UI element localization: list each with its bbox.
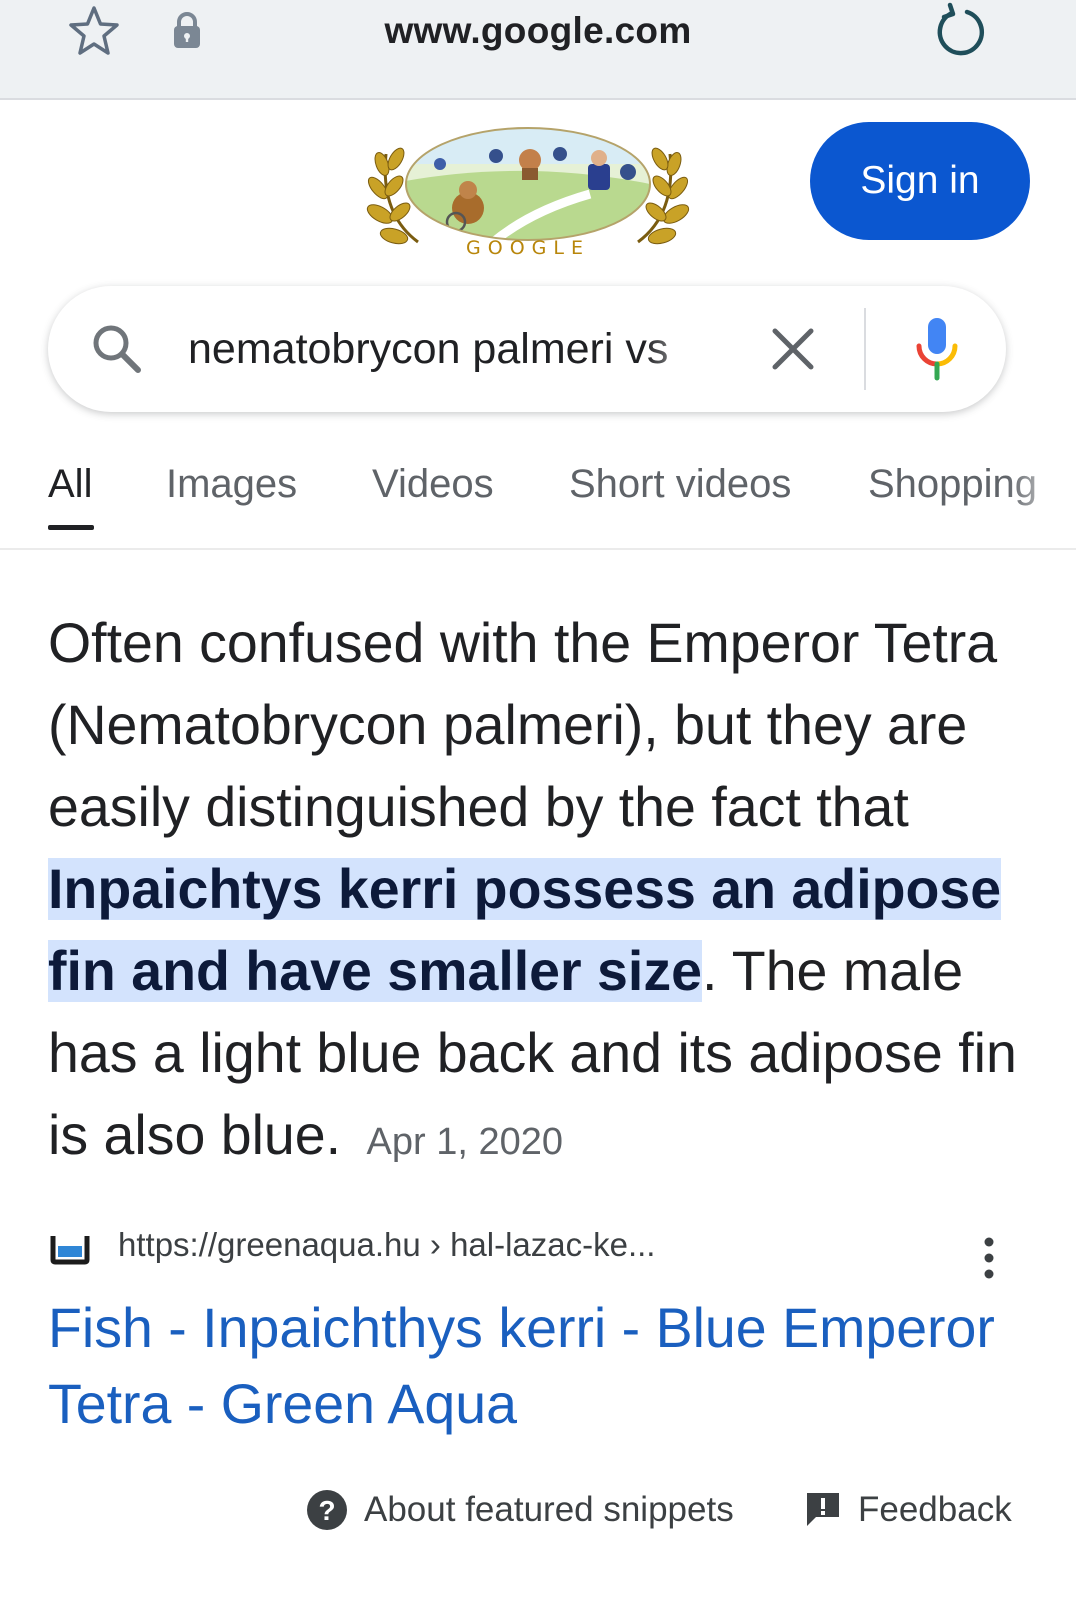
search-input[interactable] xyxy=(188,324,718,374)
about-snippets-label: About featured snippets xyxy=(364,1490,734,1529)
help-circle-icon: ? xyxy=(307,1490,347,1530)
search-tabs: All Images Videos Short videos Shopping xyxy=(0,440,1076,550)
feedback-label: Feedback xyxy=(858,1490,1012,1529)
tab-images[interactable]: Images xyxy=(166,462,297,507)
about-featured-snippets[interactable]: ? About featured snippets xyxy=(306,1486,734,1534)
voice-search-mic-icon[interactable] xyxy=(914,316,960,382)
url-address[interactable]: www.google.com xyxy=(0,10,1076,52)
search-box[interactable] xyxy=(48,286,1006,412)
site-favicon-icon[interactable] xyxy=(50,1233,90,1265)
source-url[interactable]: https://greenaqua.hu › hal-lazac-ke... xyxy=(118,1226,655,1264)
search-divider xyxy=(864,308,866,390)
tab-all[interactable]: All xyxy=(48,462,92,507)
tab-videos[interactable]: Videos xyxy=(372,462,494,507)
sign-in-button[interactable]: Sign in xyxy=(810,122,1030,240)
feedback-icon xyxy=(807,1493,839,1526)
reload-icon[interactable] xyxy=(930,2,992,64)
result-title-link[interactable]: Fish - Inpaichthys kerri - Blue Emperor … xyxy=(48,1290,1008,1442)
tab-short-videos[interactable]: Short videos xyxy=(569,462,791,507)
snippet-date: Apr 1, 2020 xyxy=(366,1121,563,1163)
google-doodle[interactable]: GOOGLE xyxy=(360,124,696,262)
more-options-icon[interactable] xyxy=(974,1234,1004,1282)
svg-text:?: ? xyxy=(318,1495,335,1526)
snippet-text: Often confused with the Emperor Tetra (N… xyxy=(48,612,998,838)
feedback-button[interactable]: Feedback xyxy=(804,1486,1012,1534)
tabs-fade xyxy=(1006,440,1076,540)
active-tab-indicator xyxy=(48,525,94,530)
search-icon xyxy=(93,325,141,373)
featured-snippet: Often confused with the Emperor Tetra (N… xyxy=(48,602,1038,1183)
clear-search-icon[interactable] xyxy=(768,324,818,374)
browser-url-bar: www.google.com xyxy=(0,0,1076,100)
doodle-wordmark: GOOGLE xyxy=(466,237,590,259)
